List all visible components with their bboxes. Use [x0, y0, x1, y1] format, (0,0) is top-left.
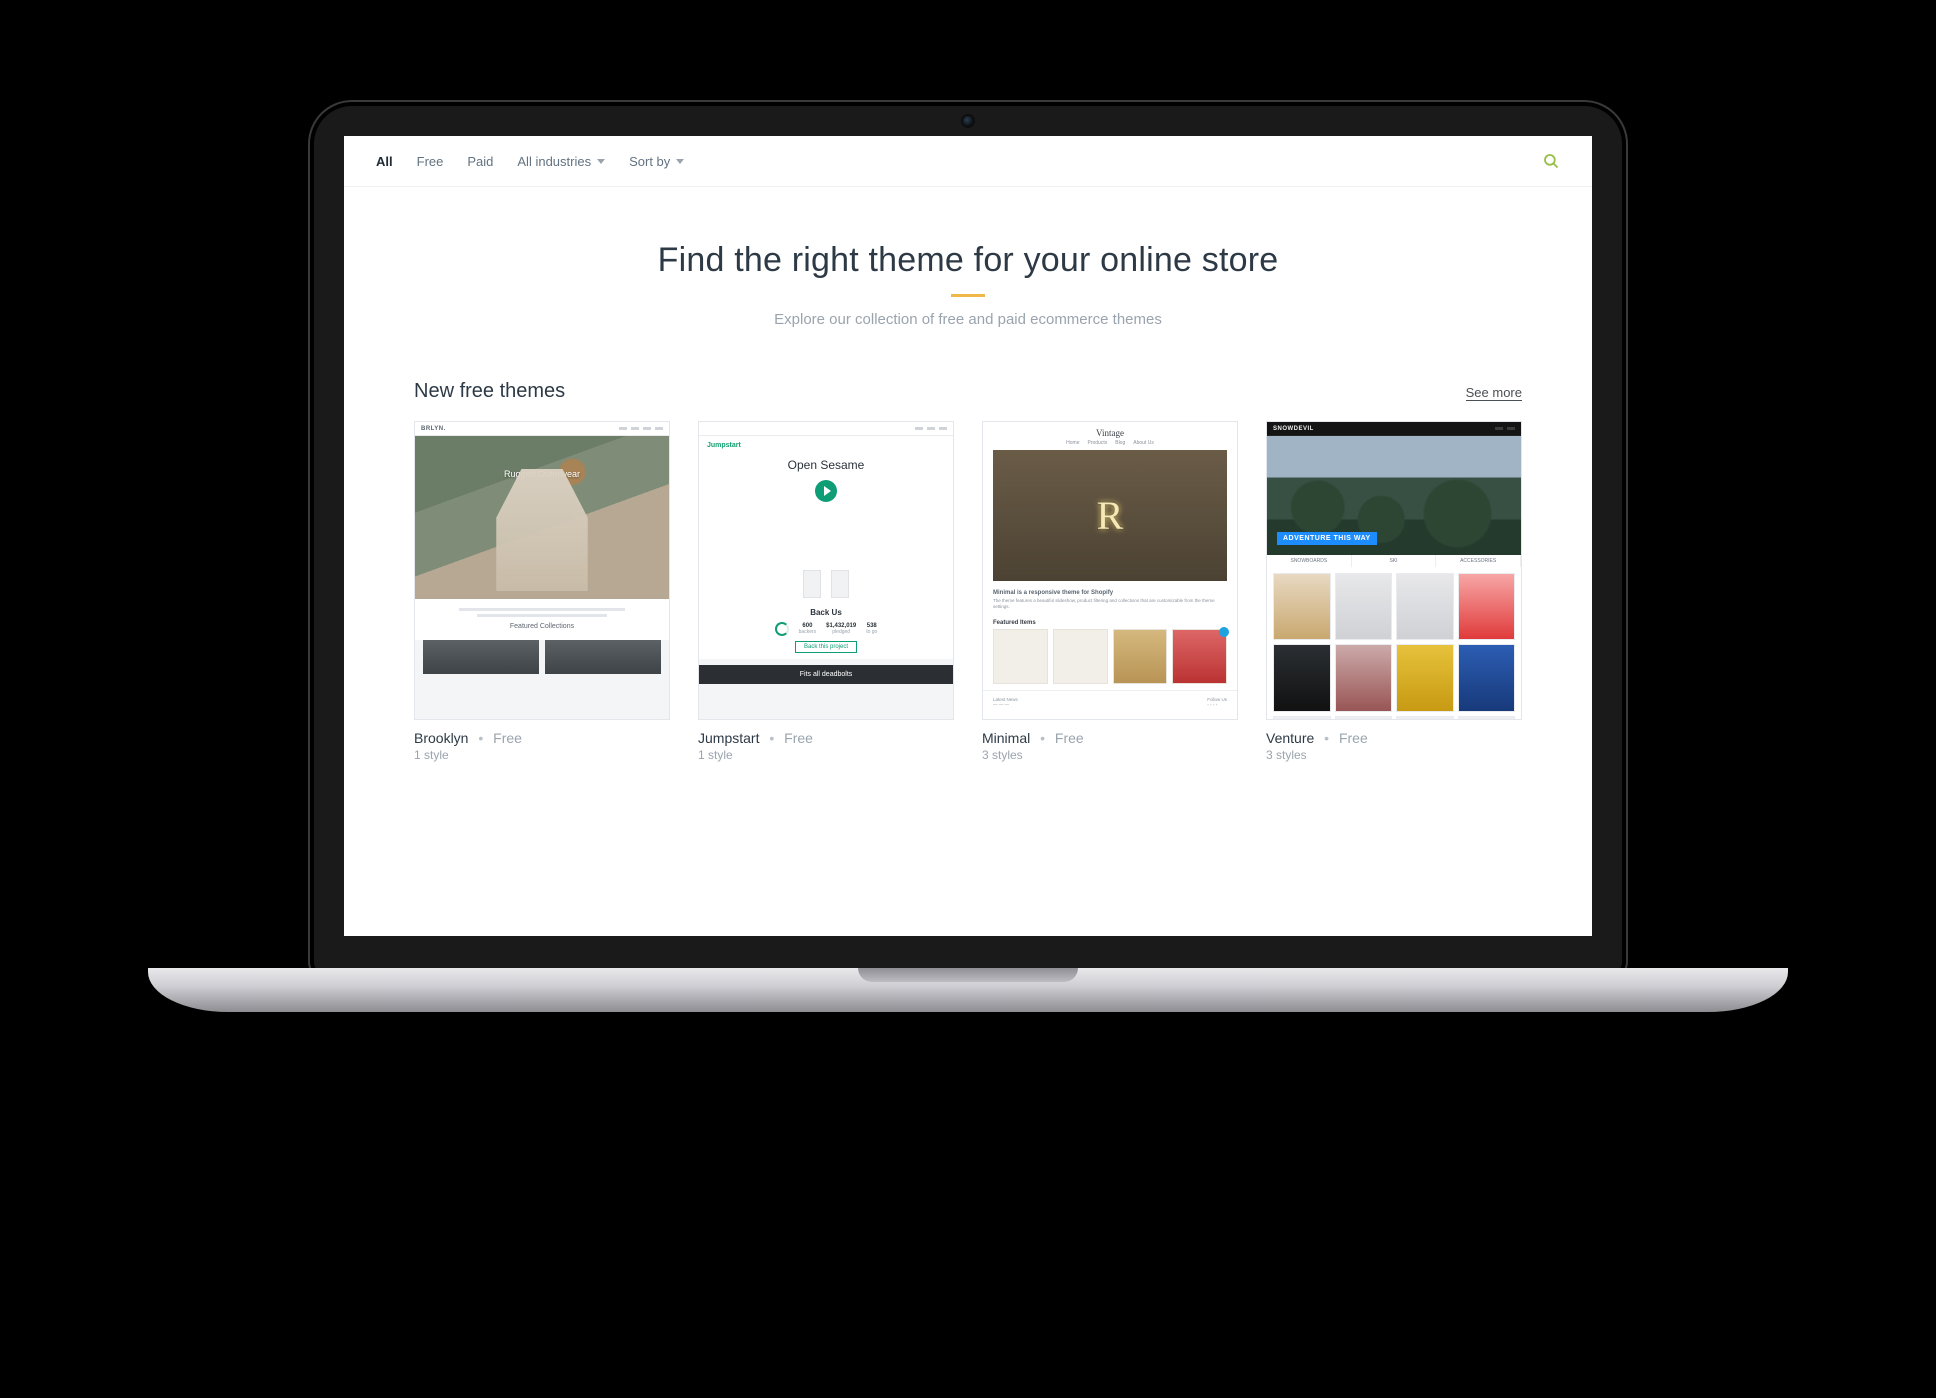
page-title: Find the right theme for your online sto… — [364, 241, 1572, 280]
theme-styles: 1 style — [698, 748, 954, 762]
filter-sort-label: Sort by — [629, 154, 670, 169]
preview-cta: Back this project — [795, 641, 857, 653]
theme-card-brooklyn[interactable]: BRLYN. Rugged Outerwear Featured Collect… — [414, 421, 670, 762]
theme-price: Free — [1055, 730, 1084, 746]
preview-logo: Jumpstart — [707, 442, 741, 449]
preview-brand: SNOWDEVIL — [1273, 426, 1314, 432]
theme-name: Venture — [1266, 730, 1314, 746]
theme-name: Minimal — [982, 730, 1030, 746]
theme-price: Free — [784, 730, 813, 746]
theme-thumbnail: Jumpstart Open Sesame Back Us 60 — [698, 421, 954, 720]
play-icon — [815, 480, 837, 502]
section-title: New free themes — [414, 380, 565, 403]
laptop-mockup: All Free Paid All industries Sort by — [0, 0, 1936, 1398]
theme-price: Free — [493, 730, 522, 746]
theme-meta: Minimal • Free 3 styles — [982, 720, 1238, 762]
filter-tab-free[interactable]: Free — [417, 154, 444, 169]
progress-ring-icon — [775, 622, 789, 636]
caret-down-icon — [676, 159, 684, 164]
preview-featured-label: Featured Items — [993, 620, 1227, 626]
caret-down-icon — [597, 159, 605, 164]
page-hero: Find the right theme for your online sto… — [344, 187, 1592, 356]
theme-price: Free — [1339, 730, 1368, 746]
screen: All Free Paid All industries Sort by — [344, 136, 1592, 936]
theme-thumbnail: Vintage HomeProductsBlogAbout Us R Minim… — [982, 421, 1238, 720]
laptop-body: All Free Paid All industries Sort by — [308, 100, 1628, 980]
theme-thumbnail: SNOWDEVIL ADVENTURE THIS WAY SNOWBOARDS … — [1266, 421, 1522, 720]
filter-bar: All Free Paid All industries Sort by — [344, 136, 1592, 187]
theme-name: Brooklyn — [414, 730, 468, 746]
theme-styles: 3 styles — [982, 748, 1238, 762]
theme-card-jumpstart[interactable]: Jumpstart Open Sesame Back Us 60 — [698, 421, 954, 762]
theme-card-minimal[interactable]: Vintage HomeProductsBlogAbout Us R Minim… — [982, 421, 1238, 762]
filter-sort-dropdown[interactable]: Sort by — [629, 154, 684, 169]
accent-rule — [951, 294, 985, 297]
preview-tagline: Minimal is a responsive theme for Shopif… — [993, 590, 1113, 596]
theme-name: Jumpstart — [698, 730, 759, 746]
theme-styles: 1 style — [414, 748, 670, 762]
page-subtitle: Explore our collection of free and paid … — [364, 311, 1572, 328]
theme-meta: Brooklyn • Free 1 style — [414, 720, 670, 762]
filter-industries-label: All industries — [517, 154, 591, 169]
see-more-link[interactable]: See more — [1466, 385, 1522, 401]
preview-tag: ADVENTURE THIS WAY — [1277, 532, 1377, 545]
preview-featured-label: Featured Collections — [423, 623, 661, 630]
preview-brand: Vintage — [983, 422, 1237, 440]
theme-card-venture[interactable]: SNOWDEVIL ADVENTURE THIS WAY SNOWBOARDS … — [1266, 421, 1522, 762]
preview-brand: BRLYN. — [421, 426, 446, 432]
filter-tab-all[interactable]: All — [376, 154, 393, 169]
camera-icon — [963, 116, 973, 126]
theme-styles: 3 styles — [1266, 748, 1522, 762]
laptop-base — [148, 968, 1788, 1012]
theme-meta: Venture • Free 3 styles — [1266, 720, 1522, 762]
section-head: New free themes See more — [414, 380, 1522, 403]
filter-industries-dropdown[interactable]: All industries — [517, 154, 605, 169]
theme-thumbnail: BRLYN. Rugged Outerwear Featured Collect… — [414, 421, 670, 720]
theme-store-page: All Free Paid All industries Sort by — [344, 136, 1592, 936]
preview-backus: Back Us — [699, 608, 953, 617]
new-free-themes-section: New free themes See more BRLYN. Rugged O… — [344, 356, 1592, 802]
theme-meta: Jumpstart • Free 1 style — [698, 720, 954, 762]
themes-grid: BRLYN. Rugged Outerwear Featured Collect… — [414, 421, 1522, 762]
preview-band: Fits all deadbolts — [699, 665, 953, 684]
filter-tab-paid[interactable]: Paid — [467, 154, 493, 169]
preview-hero-text: Rugged Outerwear — [415, 469, 669, 479]
search-icon[interactable] — [1542, 152, 1560, 170]
preview-hero-image: R — [993, 450, 1227, 581]
laptop-shadow — [108, 1010, 1828, 1070]
